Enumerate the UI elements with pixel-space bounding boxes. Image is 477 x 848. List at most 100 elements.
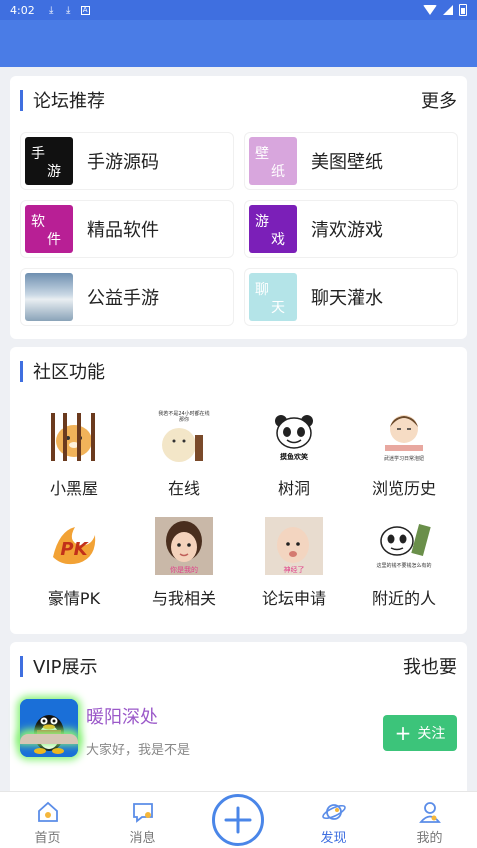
icon-char: 手 — [31, 146, 45, 162]
girl-photo-icon: 你是我的 — [155, 517, 213, 575]
forum-item-label: 美图壁纸 — [311, 152, 383, 173]
community-item[interactable]: 小黑屋 — [24, 407, 124, 499]
nav-label: 首页 — [34, 831, 61, 846]
community-item[interactable]: PK 豪情PK — [24, 517, 124, 609]
nav-home[interactable]: 首页 — [0, 792, 95, 848]
community-item-label: 附近的人 — [371, 589, 436, 608]
vip-card: VIP展示 我也要 暖阳深处 大家好，我是不是 + 关注 — [10, 642, 467, 802]
vip-join-link[interactable]: 我也要 — [403, 653, 457, 679]
section-accent-bar — [20, 89, 23, 111]
icon-char: 聊 — [255, 282, 269, 298]
forum-item[interactable]: 壁 纸 美图壁纸 — [244, 132, 458, 190]
community-item-label: 豪情PK — [47, 589, 101, 608]
plus-icon: + — [394, 721, 412, 745]
icon-char: 软 — [31, 214, 45, 230]
forum-more-link[interactable]: 更多 — [421, 87, 457, 113]
seascape-icon — [25, 273, 73, 321]
vip-user-row[interactable]: 暖阳深处 大家好，我是不是 + 关注 — [10, 697, 467, 767]
signal-icon — [443, 5, 453, 15]
panda-meme-icon: 摸鱼欢笑 — [265, 407, 323, 465]
planet-icon — [321, 799, 347, 825]
vip-user-desc: 大家好，我是不是 — [86, 743, 191, 758]
add-post-button[interactable] — [212, 794, 264, 846]
community-item-label: 与我相关 — [151, 589, 216, 608]
community-item-label: 树洞 — [277, 479, 310, 498]
follow-button[interactable]: + 关注 — [383, 715, 457, 751]
avatar[interactable] — [20, 734, 78, 744]
chat-icon: 聊 天 — [249, 273, 297, 321]
status-bar: 4:02 ⤓ ⤓ A — [0, 0, 477, 20]
download-icon: ⤓ — [48, 4, 54, 16]
studying-girl-icon: 武迷学习日常泡妞 — [375, 407, 433, 465]
svg-text:PK: PK — [60, 539, 89, 560]
vip-header: VIP展示 我也要 — [10, 642, 467, 690]
mobile-games-icon: 手 游 — [25, 137, 73, 185]
community-item[interactable]: 武迷学习日常泡妞 浏览历史 — [354, 407, 454, 499]
wifi-icon — [423, 5, 437, 15]
community-item[interactable]: 摸鱼欢笑 树洞 — [244, 407, 344, 499]
forum-item-label: 精品软件 — [87, 220, 159, 241]
nav-profile[interactable]: 我的 — [382, 792, 477, 848]
community-item[interactable]: 神经了 论坛申请 — [244, 517, 344, 609]
community-item-label: 论坛申请 — [261, 589, 326, 608]
nav-label: 消息 — [129, 831, 156, 846]
community-item[interactable]: 这里的钱不要钱怎么有的 附近的人 — [354, 517, 454, 609]
section-title: VIP展示 — [33, 657, 98, 678]
svg-text:我若不是24小时都在线: 我若不是24小时都在线 — [158, 410, 209, 417]
wallpaper-icon: 壁 纸 — [249, 137, 297, 185]
section-accent-bar — [20, 360, 23, 382]
icon-char: 戏 — [271, 232, 285, 248]
forum-item-label: 清欢游戏 — [311, 220, 383, 241]
plus-icon — [224, 806, 252, 834]
nav-discover[interactable]: 发现 — [286, 792, 381, 848]
svg-text:神经了: 神经了 — [284, 565, 305, 574]
battery-icon — [459, 4, 467, 16]
community-item-label: 浏览历史 — [371, 479, 436, 498]
community-item-label: 小黑屋 — [49, 479, 98, 498]
svg-text:那你: 那你 — [179, 416, 189, 423]
icon-char: 壁 — [255, 146, 269, 162]
forum-item[interactable]: 手 游 手游源码 — [20, 132, 234, 190]
home-icon — [35, 799, 61, 825]
icon-char: 游 — [47, 164, 61, 180]
forum-item[interactable]: 软 件 精品软件 — [20, 200, 234, 258]
panda-money-icon: 这里的钱不要钱怎么有的 — [375, 517, 433, 575]
forum-item[interactable]: 聊 天 聊天灌水 — [244, 268, 458, 326]
notification-a-icon: A — [80, 5, 90, 15]
pk-flame-icon: PK — [45, 517, 103, 575]
community-item-label: 在线 — [167, 479, 200, 498]
community-item[interactable]: 我若不是24小时都在线 那你 在线 — [134, 407, 234, 499]
avatar[interactable] — [20, 699, 78, 757]
forum-item-label: 聊天灌水 — [311, 288, 383, 309]
forum-item[interactable]: 公益手游 — [20, 268, 234, 326]
forum-recommend-header: 论坛推荐 更多 — [10, 76, 467, 124]
svg-text:你是我的: 你是我的 — [170, 565, 198, 574]
status-time: 4:02 — [10, 3, 35, 17]
community-card: 社区功能 小黑屋 我若不是24小时都在线 那你 在线 摸鱼欢笑 树洞 武迷学习日… — [10, 347, 467, 634]
app-bar — [0, 20, 477, 67]
forum-item-label: 手游源码 — [87, 152, 159, 173]
software-icon: 软 件 — [25, 205, 73, 253]
svg-text:这里的钱不要钱怎么有的: 这里的钱不要钱怎么有的 — [376, 562, 431, 569]
community-item[interactable]: 你是我的 与我相关 — [134, 517, 234, 609]
games-icon: 游 戏 — [249, 205, 297, 253]
icon-char: 纸 — [271, 164, 285, 180]
message-icon — [130, 799, 156, 825]
icon-char: 件 — [47, 232, 61, 248]
nav-messages[interactable]: 消息 — [95, 792, 190, 848]
forum-item-label: 公益手游 — [87, 288, 159, 309]
section-accent-bar — [20, 655, 23, 677]
svg-text:摸鱼欢笑: 摸鱼欢笑 — [280, 452, 308, 461]
nav-label: 发现 — [320, 831, 347, 846]
download-icon: ⤓ — [65, 4, 71, 16]
follow-button-label: 关注 — [417, 726, 446, 742]
icon-char: 天 — [271, 300, 285, 316]
section-title: 论坛推荐 — [33, 91, 105, 112]
icon-char: 游 — [255, 214, 269, 230]
forum-item[interactable]: 游 戏 清欢游戏 — [244, 200, 458, 258]
jail-bear-icon — [45, 407, 103, 465]
svg-text:武迷学习日常泡妞: 武迷学习日常泡妞 — [384, 455, 424, 462]
user-icon — [417, 799, 443, 825]
forum-recommend-card: 论坛推荐 更多 手 游 手游源码 壁 纸 美图壁纸 软 件 精品软件 游 戏 清… — [10, 76, 467, 339]
vip-username[interactable]: 暖阳深处 — [86, 703, 158, 729]
